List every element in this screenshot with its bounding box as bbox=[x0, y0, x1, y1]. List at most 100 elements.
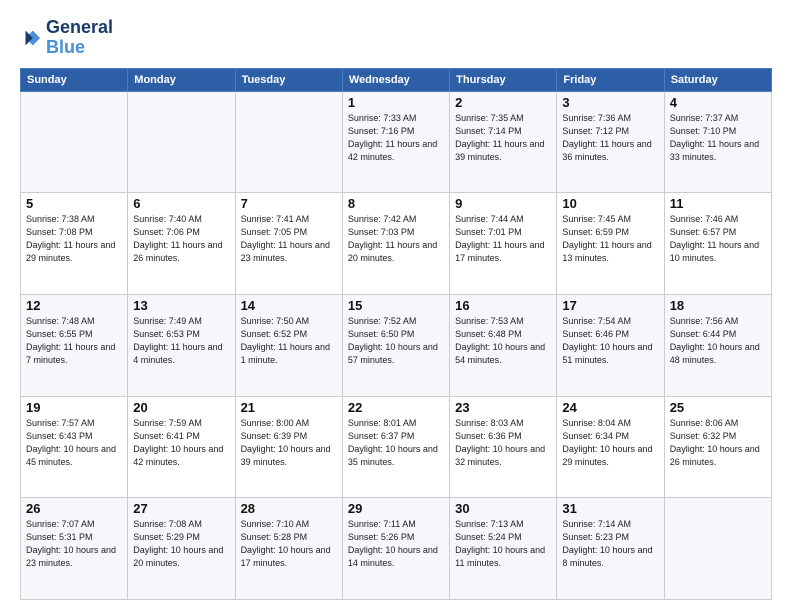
day-number: 29 bbox=[348, 501, 444, 516]
day-number: 7 bbox=[241, 196, 337, 211]
day-number: 23 bbox=[455, 400, 551, 415]
day-info: Sunrise: 7:50 AM Sunset: 6:52 PM Dayligh… bbox=[241, 315, 337, 367]
day-number: 8 bbox=[348, 196, 444, 211]
day-number: 4 bbox=[670, 95, 766, 110]
day-cell: 24 Sunrise: 8:04 AM Sunset: 6:34 PM Dayli… bbox=[557, 396, 664, 498]
day-info: Sunrise: 7:38 AM Sunset: 7:08 PM Dayligh… bbox=[26, 213, 122, 265]
day-info: Sunrise: 8:03 AM Sunset: 6:36 PM Dayligh… bbox=[455, 417, 551, 469]
day-info: Sunrise: 7:42 AM Sunset: 7:03 PM Dayligh… bbox=[348, 213, 444, 265]
day-info: Sunrise: 7:07 AM Sunset: 5:31 PM Dayligh… bbox=[26, 518, 122, 570]
day-cell: 10 Sunrise: 7:45 AM Sunset: 6:59 PM Dayli… bbox=[557, 193, 664, 295]
col-header-saturday: Saturday bbox=[664, 68, 771, 91]
col-header-wednesday: Wednesday bbox=[342, 68, 449, 91]
day-info: Sunrise: 7:56 AM Sunset: 6:44 PM Dayligh… bbox=[670, 315, 766, 367]
day-cell: 8 Sunrise: 7:42 AM Sunset: 7:03 PM Daylig… bbox=[342, 193, 449, 295]
day-cell: 13 Sunrise: 7:49 AM Sunset: 6:53 PM Dayli… bbox=[128, 294, 235, 396]
day-cell: 19 Sunrise: 7:57 AM Sunset: 6:43 PM Dayli… bbox=[21, 396, 128, 498]
day-info: Sunrise: 7:46 AM Sunset: 6:57 PM Dayligh… bbox=[670, 213, 766, 265]
day-info: Sunrise: 7:53 AM Sunset: 6:48 PM Dayligh… bbox=[455, 315, 551, 367]
day-cell: 31 Sunrise: 7:14 AM Sunset: 5:23 PM Dayli… bbox=[557, 498, 664, 600]
day-info: Sunrise: 7:57 AM Sunset: 6:43 PM Dayligh… bbox=[26, 417, 122, 469]
day-number: 30 bbox=[455, 501, 551, 516]
logo-text: GeneralBlue bbox=[46, 18, 113, 58]
day-cell: 15Sunrise: 7:52 AM Sunset: 6:50 PM Dayli… bbox=[342, 294, 449, 396]
day-number: 28 bbox=[241, 501, 337, 516]
col-header-tuesday: Tuesday bbox=[235, 68, 342, 91]
week-row-3: 12 Sunrise: 7:48 AM Sunset: 6:55 PM Dayli… bbox=[21, 294, 772, 396]
day-cell: 26 Sunrise: 7:07 AM Sunset: 5:31 PM Dayli… bbox=[21, 498, 128, 600]
day-cell: 23 Sunrise: 8:03 AM Sunset: 6:36 PM Dayli… bbox=[450, 396, 557, 498]
day-number: 9 bbox=[455, 196, 551, 211]
day-info: Sunrise: 7:14 AM Sunset: 5:23 PM Dayligh… bbox=[562, 518, 658, 570]
day-cell: 14 Sunrise: 7:50 AM Sunset: 6:52 PM Dayli… bbox=[235, 294, 342, 396]
day-cell: 12 Sunrise: 7:48 AM Sunset: 6:55 PM Dayli… bbox=[21, 294, 128, 396]
day-cell: 22 Sunrise: 8:01 AM Sunset: 6:37 PM Dayli… bbox=[342, 396, 449, 498]
day-cell bbox=[128, 91, 235, 193]
day-cell: 20 Sunrise: 7:59 AM Sunset: 6:41 PM Dayli… bbox=[128, 396, 235, 498]
day-info: Sunrise: 7:59 AM Sunset: 6:41 PM Dayligh… bbox=[133, 417, 229, 469]
day-number: 22 bbox=[348, 400, 444, 415]
day-number: 11 bbox=[670, 196, 766, 211]
day-info: Sunrise: 7:37 AM Sunset: 7:10 PM Dayligh… bbox=[670, 112, 766, 164]
day-cell: 27 Sunrise: 7:08 AM Sunset: 5:29 PM Dayli… bbox=[128, 498, 235, 600]
day-cell: 30Sunrise: 7:13 AM Sunset: 5:24 PM Dayli… bbox=[450, 498, 557, 600]
day-cell: 9 Sunrise: 7:44 AM Sunset: 7:01 PM Daylig… bbox=[450, 193, 557, 295]
day-info: Sunrise: 7:36 AM Sunset: 7:12 PM Dayligh… bbox=[562, 112, 658, 164]
day-cell bbox=[664, 498, 771, 600]
page: GeneralBlue SundayMondayTuesdayWednesday… bbox=[0, 0, 792, 612]
day-cell: 1 Sunrise: 7:33 AM Sunset: 7:16 PM Daylig… bbox=[342, 91, 449, 193]
day-info: Sunrise: 7:52 AM Sunset: 6:50 PM Dayligh… bbox=[348, 315, 444, 367]
day-info: Sunrise: 7:45 AM Sunset: 6:59 PM Dayligh… bbox=[562, 213, 658, 265]
day-info: Sunrise: 7:44 AM Sunset: 7:01 PM Dayligh… bbox=[455, 213, 551, 265]
day-info: Sunrise: 7:49 AM Sunset: 6:53 PM Dayligh… bbox=[133, 315, 229, 367]
day-cell: 16Sunrise: 7:53 AM Sunset: 6:48 PM Dayli… bbox=[450, 294, 557, 396]
day-number: 27 bbox=[133, 501, 229, 516]
day-info: Sunrise: 7:08 AM Sunset: 5:29 PM Dayligh… bbox=[133, 518, 229, 570]
day-cell: 6Sunrise: 7:40 AM Sunset: 7:06 PM Daylig… bbox=[128, 193, 235, 295]
day-info: Sunrise: 7:33 AM Sunset: 7:16 PM Dayligh… bbox=[348, 112, 444, 164]
day-number: 24 bbox=[562, 400, 658, 415]
col-header-friday: Friday bbox=[557, 68, 664, 91]
day-number: 19 bbox=[26, 400, 122, 415]
col-header-thursday: Thursday bbox=[450, 68, 557, 91]
day-number: 21 bbox=[241, 400, 337, 415]
day-cell: 25Sunrise: 8:06 AM Sunset: 6:32 PM Dayli… bbox=[664, 396, 771, 498]
day-info: Sunrise: 7:35 AM Sunset: 7:14 PM Dayligh… bbox=[455, 112, 551, 164]
day-cell: 21 Sunrise: 8:00 AM Sunset: 6:39 PM Dayli… bbox=[235, 396, 342, 498]
col-header-monday: Monday bbox=[128, 68, 235, 91]
day-info: Sunrise: 7:41 AM Sunset: 7:05 PM Dayligh… bbox=[241, 213, 337, 265]
calendar-header-row: SundayMondayTuesdayWednesdayThursdayFrid… bbox=[21, 68, 772, 91]
day-number: 1 bbox=[348, 95, 444, 110]
day-number: 12 bbox=[26, 298, 122, 313]
day-info: Sunrise: 8:01 AM Sunset: 6:37 PM Dayligh… bbox=[348, 417, 444, 469]
header: GeneralBlue bbox=[20, 18, 772, 58]
week-row-4: 19 Sunrise: 7:57 AM Sunset: 6:43 PM Dayli… bbox=[21, 396, 772, 498]
logo: GeneralBlue bbox=[20, 18, 113, 58]
day-number: 20 bbox=[133, 400, 229, 415]
day-info: Sunrise: 7:11 AM Sunset: 5:26 PM Dayligh… bbox=[348, 518, 444, 570]
calendar-table: SundayMondayTuesdayWednesdayThursdayFrid… bbox=[20, 68, 772, 600]
day-cell bbox=[235, 91, 342, 193]
day-info: Sunrise: 8:06 AM Sunset: 6:32 PM Dayligh… bbox=[670, 417, 766, 469]
day-info: Sunrise: 8:00 AM Sunset: 6:39 PM Dayligh… bbox=[241, 417, 337, 469]
day-number: 31 bbox=[562, 501, 658, 516]
day-cell: 17Sunrise: 7:54 AM Sunset: 6:46 PM Dayli… bbox=[557, 294, 664, 396]
day-number: 2 bbox=[455, 95, 551, 110]
day-cell: 4 Sunrise: 7:37 AM Sunset: 7:10 PM Daylig… bbox=[664, 91, 771, 193]
day-cell: 28 Sunrise: 7:10 AM Sunset: 5:28 PM Dayli… bbox=[235, 498, 342, 600]
day-number: 3 bbox=[562, 95, 658, 110]
day-number: 13 bbox=[133, 298, 229, 313]
day-number: 14 bbox=[241, 298, 337, 313]
day-number: 26 bbox=[26, 501, 122, 516]
day-number: 17 bbox=[562, 298, 658, 313]
day-cell: 3 Sunrise: 7:36 AM Sunset: 7:12 PM Daylig… bbox=[557, 91, 664, 193]
day-info: Sunrise: 8:04 AM Sunset: 6:34 PM Dayligh… bbox=[562, 417, 658, 469]
col-header-sunday: Sunday bbox=[21, 68, 128, 91]
day-info: Sunrise: 7:48 AM Sunset: 6:55 PM Dayligh… bbox=[26, 315, 122, 367]
day-number: 5 bbox=[26, 196, 122, 211]
day-cell: 18Sunrise: 7:56 AM Sunset: 6:44 PM Dayli… bbox=[664, 294, 771, 396]
day-cell: 29 Sunrise: 7:11 AM Sunset: 5:26 PM Dayli… bbox=[342, 498, 449, 600]
day-info: Sunrise: 7:10 AM Sunset: 5:28 PM Dayligh… bbox=[241, 518, 337, 570]
day-cell: 5 Sunrise: 7:38 AM Sunset: 7:08 PM Daylig… bbox=[21, 193, 128, 295]
day-number: 10 bbox=[562, 196, 658, 211]
